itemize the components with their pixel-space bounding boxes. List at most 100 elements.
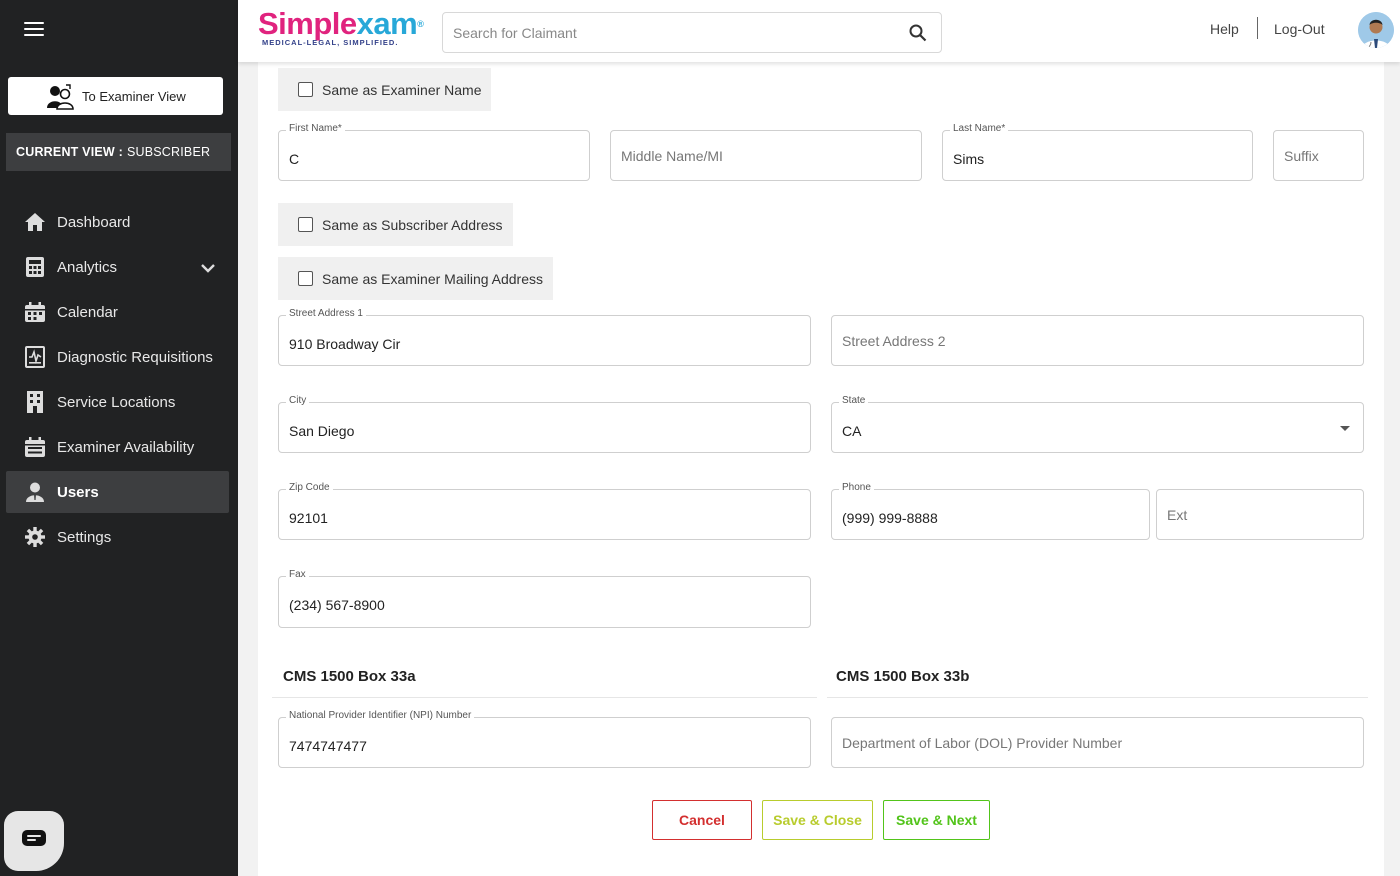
field-value: 910 Broadway Cir: [289, 336, 401, 352]
last-name-field[interactable]: Last Name* Sims: [942, 123, 1253, 181]
sidebar-item-users[interactable]: Users: [6, 471, 229, 513]
top-header: Simplexam® MEDICAL-LEGAL, SIMPLIFIED. He…: [238, 0, 1400, 62]
caret-down-icon[interactable]: [1340, 426, 1350, 431]
sidebar-item-settings[interactable]: Settings: [6, 516, 229, 558]
building-icon: [24, 391, 46, 413]
field-value: Sims: [953, 151, 985, 167]
field-placeholder: Street Address 2: [842, 333, 946, 349]
section-divider: [827, 697, 1368, 698]
field-label: State: [839, 395, 869, 406]
sidebar-item-label: Dashboard: [57, 213, 131, 231]
street-address-2-field[interactable]: Street Address 2: [831, 315, 1364, 366]
field-label: Zip Code: [286, 482, 333, 493]
hamburger-menu-icon[interactable]: [24, 22, 44, 38]
field-label: Fax: [286, 569, 309, 580]
checkbox-box[interactable]: [298, 271, 313, 286]
city-field[interactable]: City San Diego: [278, 395, 811, 453]
sidebar-nav: Dashboard Analytics Calendar Diagnostic …: [6, 201, 229, 561]
same-as-examiner-name-checkbox[interactable]: Same as Examiner Name: [278, 68, 491, 111]
field-placeholder: Suffix: [1284, 148, 1319, 164]
sidebar-item-label: Diagnostic Requisitions: [57, 348, 213, 366]
calculator-icon: [24, 256, 46, 278]
user-icon: [24, 481, 46, 503]
current-view-indicator: CURRENT VIEW : SUBSCRIBER: [6, 133, 231, 171]
same-as-examiner-mailing-address-checkbox[interactable]: Same as Examiner Mailing Address: [278, 257, 553, 300]
to-examiner-view-button[interactable]: To Examiner View: [8, 77, 223, 115]
sidebar-item-label: Analytics: [57, 258, 118, 276]
sidebar-item-label: Calendar: [57, 303, 118, 321]
search-input[interactable]: [443, 13, 883, 52]
field-placeholder: Middle Name/MI: [621, 148, 723, 164]
field-placeholder: Department of Labor (DOL) Provider Numbe…: [842, 735, 1123, 751]
field-label: Last Name*: [950, 123, 1009, 134]
search-icon[interactable]: [909, 24, 927, 47]
home-icon: [24, 211, 46, 233]
section-divider: [272, 697, 817, 698]
fax-field[interactable]: Fax (234) 567-8900: [278, 569, 811, 628]
sidebar: To Examiner View CURRENT VIEW : SUBSCRIB…: [0, 0, 238, 876]
checkbox-box[interactable]: [298, 217, 313, 232]
current-view-label: CURRENT VIEW :: [16, 145, 123, 159]
calendar-check-icon: [24, 436, 46, 458]
subscriber-form: Same as Examiner Name First Name* C Midd…: [258, 62, 1384, 876]
avatar[interactable]: [1358, 12, 1394, 48]
simplexam-logo[interactable]: Simplexam® MEDICAL-LEGAL, SIMPLIFIED.: [258, 6, 424, 48]
save-and-close-button[interactable]: Save & Close: [762, 800, 873, 840]
to-examiner-view-label: To Examiner View: [82, 88, 186, 104]
logout-link[interactable]: Log-Out: [1274, 21, 1325, 37]
same-as-subscriber-address-checkbox[interactable]: Same as Subscriber Address: [278, 203, 513, 246]
logo-xam-text: xam: [356, 6, 418, 41]
sidebar-item-analytics[interactable]: Analytics: [6, 246, 229, 288]
chat-icon: [22, 829, 46, 853]
sidebar-item-label: Settings: [57, 528, 112, 546]
npi-number-field[interactable]: National Provider Identifier (NPI) Numbe…: [278, 710, 811, 768]
state-select[interactable]: State CA: [831, 395, 1364, 453]
ext-field[interactable]: Ext: [1156, 489, 1364, 540]
help-link[interactable]: Help: [1210, 21, 1239, 37]
chat-widget-button[interactable]: [4, 811, 64, 871]
gear-icon: [24, 526, 46, 548]
field-label: City: [286, 395, 310, 406]
middle-name-field[interactable]: Middle Name/MI: [610, 130, 922, 181]
sidebar-item-calendar[interactable]: Calendar: [6, 291, 229, 333]
claimant-search: [442, 12, 942, 53]
checkbox-box[interactable]: [298, 82, 313, 97]
box-33b-title: CMS 1500 Box 33b: [836, 668, 970, 685]
checkbox-label: Same as Examiner Name: [322, 81, 482, 98]
checkbox-label: Same as Subscriber Address: [322, 216, 503, 233]
sidebar-item-service-locations[interactable]: Service Locations: [6, 381, 229, 423]
field-label: First Name*: [286, 123, 345, 134]
box-33a-title: CMS 1500 Box 33a: [283, 668, 416, 685]
field-value: CA: [842, 423, 862, 439]
sidebar-item-dashboard[interactable]: Dashboard: [6, 201, 229, 243]
field-value: (234) 567-8900: [289, 597, 385, 613]
requisition-icon: [24, 346, 46, 368]
header-divider: [1257, 17, 1258, 39]
sidebar-item-label: Service Locations: [57, 393, 176, 411]
field-value: 7474747477: [289, 738, 367, 754]
zip-code-field[interactable]: Zip Code 92101: [278, 482, 811, 540]
calendar-icon: [24, 301, 46, 323]
checkbox-label: Same as Examiner Mailing Address: [322, 270, 543, 287]
field-label: Street Address 1: [286, 308, 366, 319]
street-address-1-field[interactable]: Street Address 1 910 Broadway Cir: [278, 308, 811, 366]
chevron-down-icon[interactable]: [201, 260, 215, 277]
field-value: C: [289, 151, 300, 167]
sidebar-item-diagnostic-requisitions[interactable]: Diagnostic Requisitions: [6, 336, 229, 378]
suffix-field[interactable]: Suffix: [1273, 130, 1364, 181]
sidebar-item-label: Users: [57, 483, 99, 501]
phone-field[interactable]: Phone (999) 999-8888: [831, 482, 1150, 540]
sidebar-item-label: Examiner Availability: [57, 438, 195, 456]
current-view-value: SUBSCRIBER: [126, 145, 211, 159]
field-label: Phone: [839, 482, 874, 493]
first-name-field[interactable]: First Name* C: [278, 123, 590, 181]
save-and-next-button[interactable]: Save & Next: [883, 800, 990, 840]
logo-simple-text: Simple: [258, 6, 357, 41]
dol-provider-number-field[interactable]: Department of Labor (DOL) Provider Numbe…: [831, 717, 1364, 768]
sidebar-item-examiner-availability[interactable]: Examiner Availability: [6, 426, 229, 468]
field-value: (999) 999-8888: [842, 510, 938, 526]
cancel-button[interactable]: Cancel: [652, 800, 752, 840]
field-value: San Diego: [289, 423, 355, 439]
field-label: National Provider Identifier (NPI) Numbe…: [286, 710, 475, 721]
users-switch-icon: [46, 84, 74, 113]
